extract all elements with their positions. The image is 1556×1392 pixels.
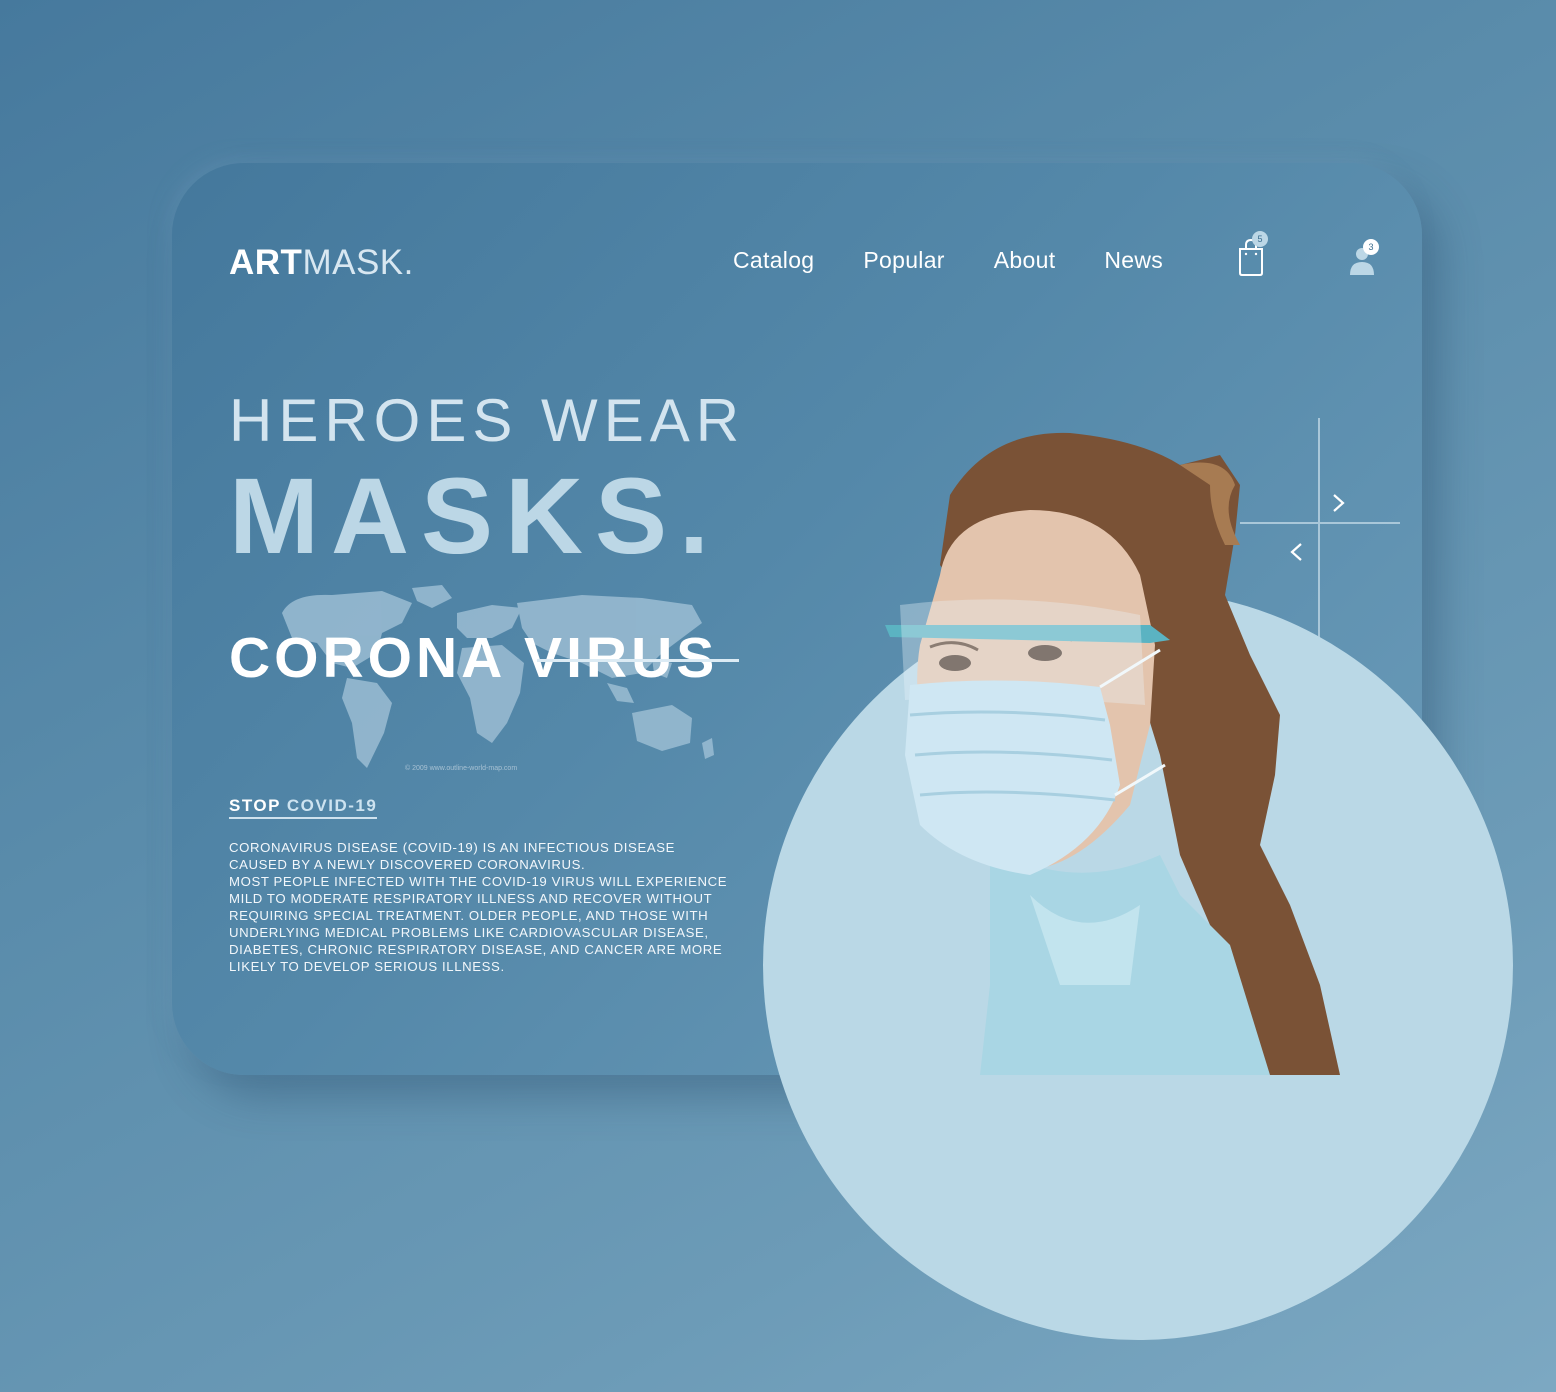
brand-light: MASK. — [302, 243, 414, 282]
description-paragraph-1: CORONAVIRUS DISEASE (COVID-19) IS AN INF… — [229, 840, 676, 872]
stop-text: STOP — [229, 796, 281, 815]
cart-count-badge: 5 — [1252, 231, 1268, 247]
covid-text: COVID-19 — [286, 796, 378, 815]
brand-bold: ART — [229, 243, 303, 282]
main-nav: Catalog Popular About News — [733, 247, 1212, 274]
nav-news[interactable]: News — [1104, 247, 1163, 274]
strikethrough-line — [537, 659, 739, 662]
nav-about[interactable]: About — [994, 247, 1056, 274]
brand-logo[interactable]: ARTMASK. — [229, 243, 414, 283]
masked-woman-image — [885, 432, 1340, 1075]
account-button[interactable]: 3 — [1347, 239, 1379, 277]
cart-button[interactable]: 5 — [1236, 231, 1268, 279]
corona-virus-headline: CORONA VIRUS — [229, 626, 719, 690]
nav-catalog[interactable]: Catalog — [733, 247, 814, 274]
account-count-badge: 3 — [1363, 239, 1379, 255]
description-paragraph-2: MOST PEOPLE INFECTED WITH THE COVID-19 V… — [229, 874, 728, 974]
map-credit: © 2009 www.outline-world-map.com — [405, 765, 518, 772]
stop-covid-link[interactable]: STOP COVID-19 — [229, 796, 378, 819]
nav-popular[interactable]: Popular — [863, 247, 944, 274]
covid-description: CORONAVIRUS DISEASE (COVID-19) IS AN INF… — [229, 839, 729, 975]
hero-title: MASKS. — [229, 455, 722, 576]
hero-subtitle: HEROES WEAR — [229, 387, 746, 454]
